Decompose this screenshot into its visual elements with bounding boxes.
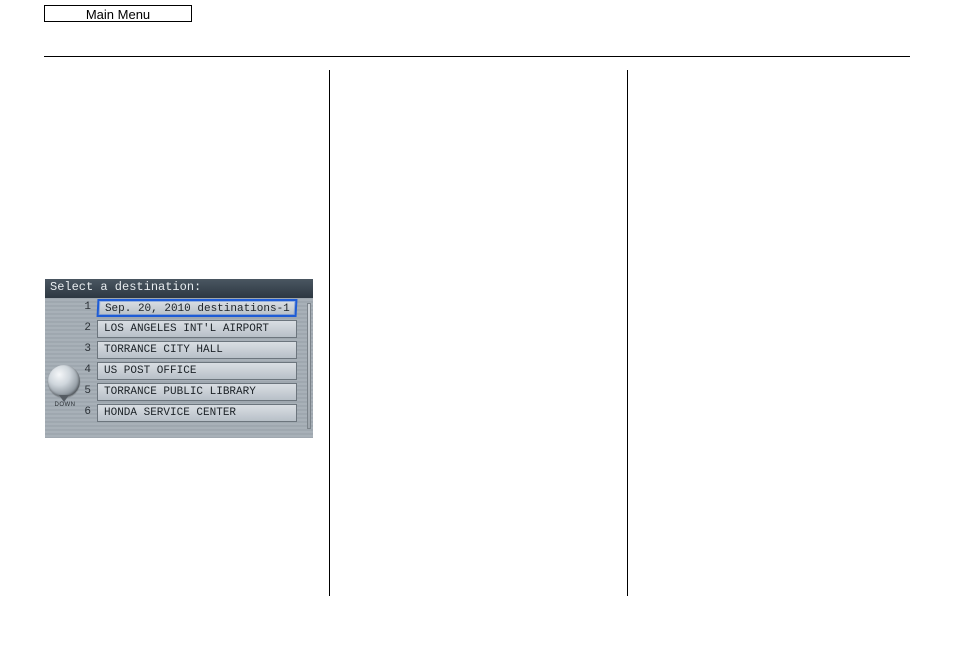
horizontal-rule (44, 56, 910, 57)
page-root: Main Menu Select a destination: DOWN 1 S… (0, 0, 954, 652)
list-index: 6 (77, 406, 91, 418)
list-cell[interactable]: US POST OFFICE (97, 362, 297, 380)
list-item[interactable]: 6 HONDA SERVICE CENTER (95, 403, 307, 424)
list-cell[interactable]: TORRANCE CITY HALL (97, 341, 297, 359)
list-label: Sep. 20, 2010 destinations-1 (105, 301, 290, 317)
list-index: 2 (77, 322, 91, 334)
list-label: HONDA SERVICE CENTER (104, 407, 236, 419)
main-menu-button[interactable]: Main Menu (44, 5, 192, 22)
list-item[interactable]: 2 LOS ANGELES INT'L AIRPORT (95, 319, 307, 340)
list-item[interactable]: 4 US POST OFFICE (95, 361, 307, 382)
down-label: DOWN (50, 402, 80, 408)
list-index: 4 (77, 364, 91, 376)
list-cell[interactable]: HONDA SERVICE CENTER (97, 404, 297, 422)
list-label: LOS ANGELES INT'L AIRPORT (104, 323, 269, 335)
nav-title: Select a destination: (50, 280, 201, 294)
list-cell[interactable]: LOS ANGELES INT'L AIRPORT (97, 320, 297, 338)
nav-screen: Select a destination: DOWN 1 Sep. 20, 20… (45, 279, 313, 438)
list-index: 3 (77, 343, 91, 355)
column-divider-2 (627, 70, 628, 596)
column-divider-1 (329, 70, 330, 596)
list-label: TORRANCE PUBLIC LIBRARY (104, 386, 256, 398)
rotary-knob[interactable] (48, 365, 80, 397)
list-label: TORRANCE CITY HALL (104, 344, 223, 356)
list-cell[interactable]: TORRANCE PUBLIC LIBRARY (97, 383, 297, 401)
list-item[interactable]: 5 TORRANCE PUBLIC LIBRARY (95, 382, 307, 403)
chevron-down-icon[interactable] (59, 395, 69, 402)
list-item[interactable]: 1 Sep. 20, 2010 destinations-1 (95, 298, 307, 319)
scrollbar[interactable] (307, 303, 311, 429)
list-index: 1 (77, 301, 91, 313)
nav-title-bar: Select a destination: (45, 279, 313, 298)
list-index: 5 (77, 385, 91, 397)
list-label: US POST OFFICE (104, 365, 196, 377)
list-item[interactable]: 3 TORRANCE CITY HALL (95, 340, 307, 361)
destination-list: 1 Sep. 20, 2010 destinations-1 2 LOS ANG… (95, 298, 307, 438)
list-cell-selected[interactable]: Sep. 20, 2010 destinations-1 (97, 299, 298, 317)
